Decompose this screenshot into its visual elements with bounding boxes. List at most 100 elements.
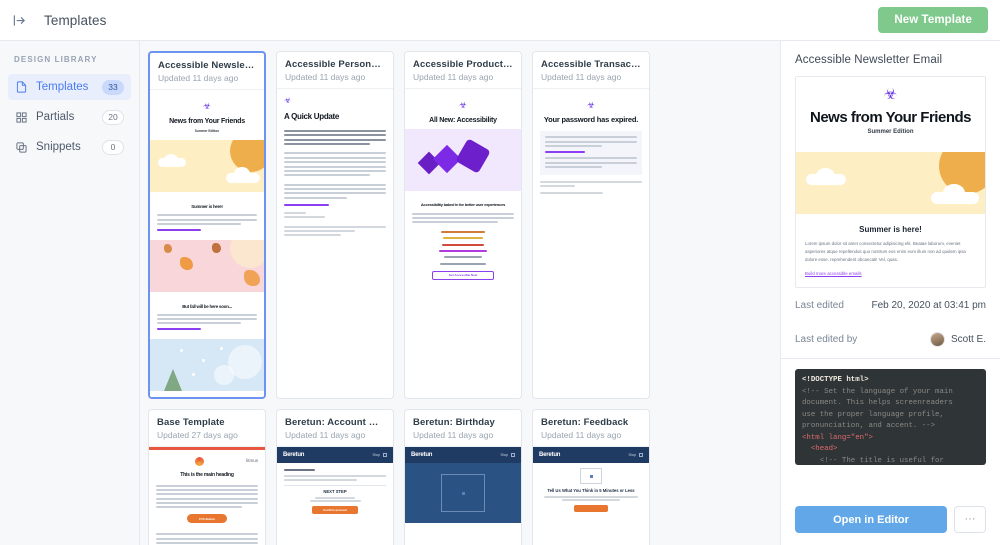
sidebar-item-partials-count: 20 <box>102 109 124 125</box>
card-updated: Updated 11 days ago <box>541 72 622 82</box>
beretun-wordmark: Beretun <box>539 452 561 458</box>
hero-shapes-art <box>405 129 521 192</box>
card-updated: Updated 27 days ago <box>157 430 238 440</box>
meta-last-edited-by-value: Scott E. <box>929 331 986 347</box>
sidebar-item-snippets-count: 0 <box>102 139 124 155</box>
brand-logo-icon: ☣ <box>284 96 292 105</box>
sidebar-heading: DESIGN LIBRARY <box>14 55 98 64</box>
sidebar-item-snippets[interactable]: Snippets 0 <box>8 134 131 160</box>
preview-section-heading: Summer is here! <box>859 225 922 234</box>
card-updated: Updated 11 days ago <box>158 73 239 83</box>
card-updated: Updated 11 days ago <box>285 72 366 82</box>
thumb-cta-button: CTA Button <box>187 514 227 524</box>
thumb-heading: Tell Us What You Think in 5 Minutes or L… <box>547 488 635 493</box>
preview-email-subheading: Summer Edition <box>867 129 914 135</box>
litmus-logo-icon <box>195 456 205 466</box>
card-title: Accessible Newsletter E... <box>158 60 256 71</box>
card-updated: Updated 11 days ago <box>285 430 366 440</box>
open-in-editor-button[interactable]: Open in Editor <box>795 506 947 533</box>
template-card[interactable]: Beretun: Birthday Updated 11 days ago Be… <box>404 409 522 545</box>
preview-panel: Accessible Newsletter Email ☣ News from … <box>780 41 1000 545</box>
email-nav: Shop <box>373 453 387 457</box>
card-title: Accessible Product Anno... <box>413 59 513 70</box>
card-thumbnail: ☣ Your password has expired. <box>533 88 649 396</box>
more-options-button[interactable]: ··· <box>954 506 986 533</box>
top-bar: Templates New Template <box>0 0 1000 41</box>
card-thumbnail: ☣ News from Your Friends Summer Edition <box>150 89 264 397</box>
beretun-wordmark: Beretun <box>411 452 433 458</box>
code-line: <head> <box>802 445 838 454</box>
thumb-cta-button: Confirm account <box>312 505 358 514</box>
thumb-section-summer: Summer is here! <box>191 204 223 210</box>
card-header: Accessible Personal Note Updated 11 days… <box>277 52 393 88</box>
card-header: Accessible Product Anno... Updated 11 da… <box>405 52 521 88</box>
meta-last-edited-value: Feb 20, 2020 at 03:41 pm <box>871 299 986 311</box>
code-line: <!-- Set the language of your main <box>802 387 953 396</box>
author-name: Scott E. <box>950 333 986 345</box>
email-nav: Shop <box>501 453 515 457</box>
card-header: Accessible Newsletter E... Updated 11 da… <box>150 53 264 89</box>
new-template-button[interactable]: New Template <box>878 7 988 33</box>
template-card[interactable]: Beretun: Feedback Updated 11 days ago Be… <box>532 409 650 545</box>
sidebar-item-templates-label: Templates <box>36 81 89 93</box>
card-title: Beretun: Birthday <box>413 417 495 428</box>
sidebar-toggle-icon[interactable] <box>10 11 28 29</box>
code-line: <!-- The title is useful for <box>802 456 944 465</box>
preview-title: Accessible Newsletter Email <box>795 54 943 66</box>
thumb-subheading: Summer Edition <box>194 129 220 134</box>
card-updated: Updated 11 days ago <box>413 72 494 82</box>
brand-logo-icon: ☣ <box>202 101 212 111</box>
cart-icon <box>511 453 515 457</box>
email-header: Beretun Shop <box>533 447 649 463</box>
email-header: Beretun Shop <box>277 447 393 463</box>
thumb-heading: NEXT STEP <box>323 488 347 494</box>
card-thumbnail: Beretun Shop NEXT STEP Confirm account <box>277 446 393 536</box>
thumb-subheading: Accessibility baked in for better user e… <box>420 202 506 208</box>
card-thumbnail: ☣ A Quick Update <box>277 88 393 396</box>
copy-icon <box>15 141 28 154</box>
page-title: Templates <box>44 12 107 28</box>
template-card[interactable]: Base Template Updated 27 days ago litmus… <box>148 409 266 545</box>
beretun-wordmark: Beretun <box>283 452 305 458</box>
thumb-heading: This is the main heading <box>180 471 234 478</box>
code-preview[interactable]: <!DOCTYPE html> <!-- Set the language of… <box>795 369 986 466</box>
card-title: Accessible Personal Note <box>285 59 385 70</box>
templates-grid-container[interactable]: Accessible Newsletter E... Updated 11 da… <box>140 41 780 545</box>
sidebar-item-snippets-label: Snippets <box>36 141 81 153</box>
preview-email-link[interactable]: Build more accessible emails <box>805 271 862 276</box>
preview-email-body: Lorem ipsum dolor sit amet consectetur a… <box>805 241 966 263</box>
sidebar-item-partials[interactable]: Partials 20 <box>8 104 131 130</box>
email-nav-label: Shop <box>628 453 636 457</box>
templates-grid: Accessible Newsletter E... Updated 11 da… <box>148 51 772 545</box>
card-thumbnail: Beretun Shop Tell Us What You Think in 5… <box>533 446 649 536</box>
card-thumbnail: ☣ All New: Accessibility Accessibility b… <box>405 88 521 396</box>
template-card[interactable]: Accessible Product Anno... Updated 11 da… <box>404 51 522 399</box>
thumb-cta-button: Get Accessible Now <box>432 271 494 281</box>
card-title: Beretun: Feedback <box>541 417 629 428</box>
card-thumbnail: Beretun Shop <box>405 446 521 536</box>
preview-email-heading: News from Your Friends <box>810 109 971 126</box>
preview-email-frame: ☣ News from Your Friends Summer Edition … <box>795 76 986 289</box>
sidebar-item-templates[interactable]: Templates 33 <box>8 74 131 100</box>
litmus-wordmark: litmus <box>246 458 258 464</box>
template-card[interactable]: Accessible Newsletter E... Updated 11 da… <box>148 51 266 399</box>
code-line: <html lang="en"> <box>802 433 873 442</box>
app-root: Templates New Template DESIGN LIBRARY Te… <box>0 0 1000 545</box>
code-line: use the proper language profile, <box>802 410 944 419</box>
meta-last-edited-by: Last edited by Scott E. <box>781 322 1000 356</box>
meta-last-edited: Last edited Feb 20, 2020 at 03:41 pm <box>781 288 1000 322</box>
brand-logo-icon: ☣ <box>586 100 596 110</box>
image-placeholder <box>580 468 602 484</box>
thumb-section-fall: But fall will be here soon... <box>182 303 232 309</box>
template-card[interactable]: Beretun: Account Created Updated 11 days… <box>276 409 394 545</box>
template-card[interactable]: Accessible Personal Note Updated 11 days… <box>276 51 394 399</box>
email-nav: Shop <box>629 453 643 457</box>
card-header: Beretun: Birthday Updated 11 days ago <box>405 410 521 446</box>
brand-logo-icon: ☣ <box>883 86 898 103</box>
thumb-heading: A Quick Update <box>284 112 340 121</box>
code-line: document. This helps screenreaders <box>802 399 953 408</box>
app-body: DESIGN LIBRARY Templates 33 Partials 20 … <box>0 41 1000 545</box>
preview-hero-art <box>796 152 985 214</box>
avatar <box>929 331 945 347</box>
template-card[interactable]: Accessible Transactional ... Updated 11 … <box>532 51 650 399</box>
